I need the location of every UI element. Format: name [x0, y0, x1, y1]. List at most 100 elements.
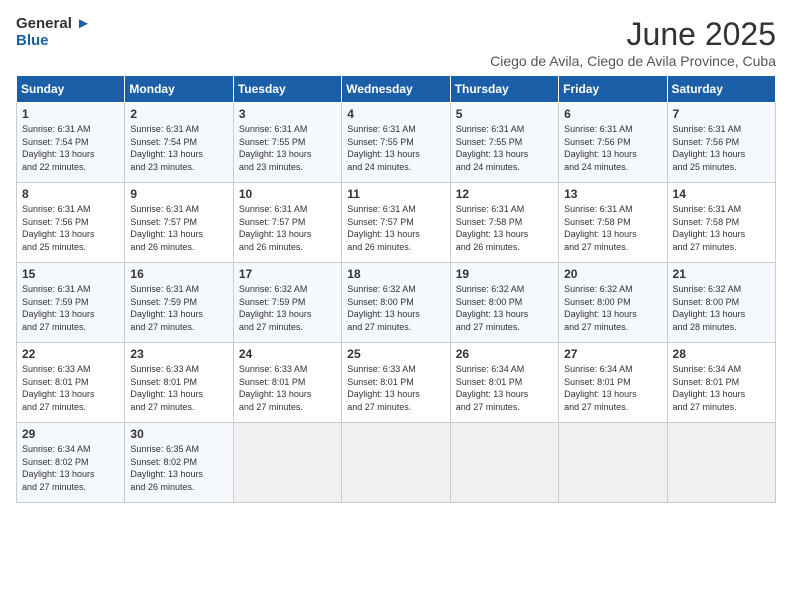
col-sunday: Sunday [17, 76, 125, 103]
day-number: 7 [673, 107, 770, 121]
month-title: June 2025 [490, 16, 776, 53]
day-number: 22 [22, 347, 119, 361]
col-wednesday: Wednesday [342, 76, 450, 103]
empty-cell [342, 423, 450, 503]
day-number: 29 [22, 427, 119, 441]
calendar-week-1: 1 Sunrise: 6:31 AM Sunset: 7:54 PM Daylig… [17, 103, 776, 183]
day-cell-8: 8 Sunrise: 6:31 AM Sunset: 7:56 PM Daylig… [17, 183, 125, 263]
day-detail: Sunrise: 6:31 AM Sunset: 7:58 PM Dayligh… [673, 203, 770, 253]
day-cell-23: 23 Sunrise: 6:33 AM Sunset: 8:01 PM Dayli… [125, 343, 233, 423]
day-cell-10: 10Sunrise: 6:31 AM Sunset: 7:57 PM Dayli… [233, 183, 341, 263]
day-number: 27 [564, 347, 661, 361]
col-saturday: Saturday [667, 76, 775, 103]
col-friday: Friday [559, 76, 667, 103]
day-detail: Sunrise: 6:31 AM Sunset: 7:56 PM Dayligh… [564, 123, 661, 173]
day-cell-25: 25 Sunrise: 6:33 AM Sunset: 8:01 PM Dayli… [342, 343, 450, 423]
header: General ► Blue June 2025 Ciego de Avila,… [16, 16, 776, 69]
day-cell-14: 14 Sunrise: 6:31 AM Sunset: 7:58 PM Dayli… [667, 183, 775, 263]
day-detail: Sunrise: 6:33 AM Sunset: 8:01 PM Dayligh… [239, 363, 336, 413]
day-number: 10 [239, 187, 336, 201]
day-detail: Sunrise: 6:31 AM Sunset: 7:55 PM Dayligh… [239, 123, 336, 173]
day-cell-13: 13 Sunrise: 6:31 AM Sunset: 7:58 PM Dayli… [559, 183, 667, 263]
day-cell-17: 17Sunrise: 6:32 AM Sunset: 7:59 PM Dayli… [233, 263, 341, 343]
day-number: 6 [564, 107, 661, 121]
day-number: 12 [456, 187, 553, 201]
day-number: 28 [673, 347, 770, 361]
day-detail: Sunrise: 6:34 AM Sunset: 8:01 PM Dayligh… [564, 363, 661, 413]
day-detail: Sunrise: 6:31 AM Sunset: 7:58 PM Dayligh… [564, 203, 661, 253]
day-number: 3 [239, 107, 336, 121]
day-detail: Sunrise: 6:31 AM Sunset: 7:59 PM Dayligh… [130, 283, 227, 333]
day-cell-29: 29 Sunrise: 6:34 AM Sunset: 8:02 PM Dayli… [17, 423, 125, 503]
day-cell-15: 15Sunrise: 6:31 AM Sunset: 7:59 PM Dayli… [17, 263, 125, 343]
day-detail: Sunrise: 6:31 AM Sunset: 7:57 PM Dayligh… [347, 203, 444, 253]
header-row: Sunday Monday Tuesday Wednesday Thursday… [17, 76, 776, 103]
day-number: 26 [456, 347, 553, 361]
day-cell-9: 9Sunrise: 6:31 AM Sunset: 7:57 PM Daylig… [125, 183, 233, 263]
day-number: 23 [130, 347, 227, 361]
day-cell-7: 7 Sunrise: 6:31 AM Sunset: 7:56 PM Daylig… [667, 103, 775, 183]
day-number: 16 [130, 267, 227, 281]
day-detail: Sunrise: 6:35 AM Sunset: 8:02 PM Dayligh… [130, 443, 227, 493]
day-detail: Sunrise: 6:31 AM Sunset: 7:56 PM Dayligh… [22, 203, 119, 253]
day-detail: Sunrise: 6:33 AM Sunset: 8:01 PM Dayligh… [347, 363, 444, 413]
day-detail: Sunrise: 6:34 AM Sunset: 8:02 PM Dayligh… [22, 443, 119, 493]
day-detail: Sunrise: 6:31 AM Sunset: 7:54 PM Dayligh… [22, 123, 119, 173]
day-number: 19 [456, 267, 553, 281]
day-cell-27: 27 Sunrise: 6:34 AM Sunset: 8:01 PM Dayli… [559, 343, 667, 423]
day-detail: Sunrise: 6:34 AM Sunset: 8:01 PM Dayligh… [456, 363, 553, 413]
col-thursday: Thursday [450, 76, 558, 103]
day-cell-4: 4Sunrise: 6:31 AM Sunset: 7:55 PM Daylig… [342, 103, 450, 183]
day-number: 2 [130, 107, 227, 121]
day-detail: Sunrise: 6:31 AM Sunset: 7:58 PM Dayligh… [456, 203, 553, 253]
calendar-week-5: 29 Sunrise: 6:34 AM Sunset: 8:02 PM Dayli… [17, 423, 776, 503]
calendar-week-4: 22 Sunrise: 6:33 AM Sunset: 8:01 PM Dayli… [17, 343, 776, 423]
day-number: 11 [347, 187, 444, 201]
empty-cell [667, 423, 775, 503]
day-number: 4 [347, 107, 444, 121]
day-detail: Sunrise: 6:33 AM Sunset: 8:01 PM Dayligh… [22, 363, 119, 413]
day-cell-16: 16 Sunrise: 6:31 AM Sunset: 7:59 PM Dayli… [125, 263, 233, 343]
day-detail: Sunrise: 6:31 AM Sunset: 7:59 PM Dayligh… [22, 283, 119, 333]
location: Ciego de Avila, Ciego de Avila Province,… [490, 53, 776, 69]
day-cell-11: 11 Sunrise: 6:31 AM Sunset: 7:57 PM Dayli… [342, 183, 450, 263]
day-cell-20: 20 Sunrise: 6:32 AM Sunset: 8:00 PM Dayli… [559, 263, 667, 343]
day-detail: Sunrise: 6:31 AM Sunset: 7:55 PM Dayligh… [456, 123, 553, 173]
day-detail: Sunrise: 6:33 AM Sunset: 8:01 PM Dayligh… [130, 363, 227, 413]
calendar-week-3: 15Sunrise: 6:31 AM Sunset: 7:59 PM Dayli… [17, 263, 776, 343]
day-cell-19: 19 Sunrise: 6:32 AM Sunset: 8:00 PM Dayli… [450, 263, 558, 343]
day-number: 20 [564, 267, 661, 281]
day-number: 14 [673, 187, 770, 201]
calendar-table: Sunday Monday Tuesday Wednesday Thursday… [16, 75, 776, 503]
logo: General ► Blue [16, 16, 91, 49]
day-number: 17 [239, 267, 336, 281]
day-detail: Sunrise: 6:31 AM Sunset: 7:57 PM Dayligh… [130, 203, 227, 253]
day-detail: Sunrise: 6:34 AM Sunset: 8:01 PM Dayligh… [673, 363, 770, 413]
day-detail: Sunrise: 6:32 AM Sunset: 8:00 PM Dayligh… [456, 283, 553, 333]
day-cell-12: 12 Sunrise: 6:31 AM Sunset: 7:58 PM Dayli… [450, 183, 558, 263]
col-tuesday: Tuesday [233, 76, 341, 103]
day-cell-2: 2Sunrise: 6:31 AM Sunset: 7:54 PM Daylig… [125, 103, 233, 183]
day-detail: Sunrise: 6:32 AM Sunset: 8:00 PM Dayligh… [673, 283, 770, 333]
day-number: 21 [673, 267, 770, 281]
day-cell-1: 1 Sunrise: 6:31 AM Sunset: 7:54 PM Daylig… [17, 103, 125, 183]
col-monday: Monday [125, 76, 233, 103]
day-number: 1 [22, 107, 119, 121]
day-detail: Sunrise: 6:31 AM Sunset: 7:56 PM Dayligh… [673, 123, 770, 173]
day-number: 13 [564, 187, 661, 201]
day-number: 5 [456, 107, 553, 121]
day-number: 25 [347, 347, 444, 361]
title-area: June 2025 Ciego de Avila, Ciego de Avila… [490, 16, 776, 69]
day-cell-24: 24 Sunrise: 6:33 AM Sunset: 8:01 PM Dayli… [233, 343, 341, 423]
day-cell-22: 22 Sunrise: 6:33 AM Sunset: 8:01 PM Dayli… [17, 343, 125, 423]
day-number: 24 [239, 347, 336, 361]
day-detail: Sunrise: 6:32 AM Sunset: 8:00 PM Dayligh… [564, 283, 661, 333]
day-number: 8 [22, 187, 119, 201]
day-cell-5: 5 Sunrise: 6:31 AM Sunset: 7:55 PM Daylig… [450, 103, 558, 183]
day-cell-30: 30Sunrise: 6:35 AM Sunset: 8:02 PM Dayli… [125, 423, 233, 503]
day-cell-21: 21 Sunrise: 6:32 AM Sunset: 8:00 PM Dayli… [667, 263, 775, 343]
empty-cell [450, 423, 558, 503]
empty-cell [233, 423, 341, 503]
day-number: 18 [347, 267, 444, 281]
day-cell-26: 26 Sunrise: 6:34 AM Sunset: 8:01 PM Dayli… [450, 343, 558, 423]
